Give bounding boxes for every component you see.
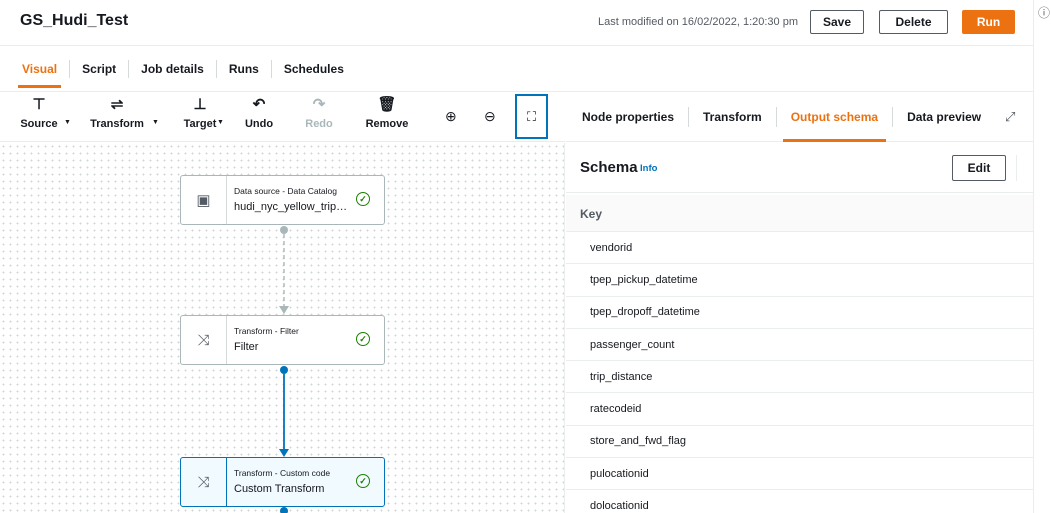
redo-icon: ↷ [312, 96, 326, 113]
trash-icon: 🗑︎ [377, 96, 397, 113]
transform-button[interactable]: ⇌ Transform [82, 96, 152, 136]
tab-visual[interactable]: Visual [10, 46, 69, 92]
tab-schedules[interactable]: Schedules [272, 46, 356, 92]
redo-button[interactable]: ↷ Redo [284, 96, 354, 136]
expand-icon[interactable]: ⤢ [1005, 109, 1015, 125]
tab-node-properties[interactable]: Node properties [568, 92, 688, 142]
edge-connector [280, 366, 288, 374]
fit-to-screen-icon[interactable]: ⛶ [515, 94, 548, 139]
node-type: Transform - Custom code [234, 468, 331, 478]
job-header: GS_Hudi_Test Last modified on 16/02/2022… [0, 0, 1033, 46]
node-type: Data source - Data Catalog [234, 186, 337, 196]
success-check-icon: ✓ [356, 192, 370, 206]
chevron-down-icon: ▼ [64, 119, 71, 126]
data-catalog-icon: ▣ [181, 176, 227, 224]
edge-connector [280, 507, 288, 513]
schema-row: passenger_count [566, 329, 1033, 362]
source-button[interactable]: ⊤ Source [4, 96, 74, 136]
key-column-header: Key [566, 195, 1033, 232]
zoom-out-icon[interactable]: ⊖ [484, 108, 496, 125]
tab-script[interactable]: Script [70, 46, 128, 92]
job-tabs: Visual Script Job details Runs Schedules [0, 46, 1033, 92]
schema-row: dolocationid [566, 490, 1033, 513]
tab-runs[interactable]: Runs [217, 46, 271, 92]
source-icon: ⊤ [32, 96, 46, 113]
visual-canvas[interactable]: ▣ Data source - Data Catalog hudi_nyc_ye… [0, 143, 565, 513]
run-button[interactable]: Run [962, 10, 1015, 34]
schema-title: Schema [580, 159, 638, 176]
side-panel-strip [1033, 0, 1051, 513]
info-link[interactable]: Info [640, 163, 657, 174]
arrow-head [279, 449, 289, 457]
custom-code-icon: ⤨ [181, 458, 227, 506]
node-custom-transform[interactable]: ⤨ Transform - Custom code Custom Transfo… [180, 457, 385, 507]
schema-row: tpep_dropoff_datetime [566, 297, 1033, 329]
node-data-source[interactable]: ▣ Data source - Data Catalog hudi_nyc_ye… [180, 175, 385, 225]
schema-row: tpep_pickup_datetime [566, 264, 1033, 297]
success-check-icon: ✓ [356, 474, 370, 488]
schema-row: ratecodeid [566, 393, 1033, 426]
transform-icon: ⇌ [110, 96, 124, 113]
chevron-down-icon: ▼ [152, 119, 159, 126]
schema-row: trip_distance [566, 361, 1033, 394]
node-filter[interactable]: ⤨ Transform - Filter Filter ✓ [180, 315, 385, 365]
remove-button[interactable]: 🗑︎ Remove [352, 96, 422, 136]
edge-connector [280, 226, 288, 234]
node-name: Filter [234, 341, 259, 353]
info-circle-icon[interactable]: ⓘ [1038, 4, 1050, 21]
arrow-head [279, 306, 289, 314]
node-type: Transform - Filter [234, 326, 299, 336]
last-modified-text: Last modified on 16/02/2022, 1:20:30 pm [598, 16, 798, 28]
target-icon: ⊥ [193, 96, 207, 113]
undo-icon: ↶ [252, 96, 266, 113]
edit-schema-button[interactable]: Edit [952, 155, 1006, 181]
node-name: hudi_nyc_yellow_trip… [234, 201, 348, 213]
delete-button[interactable]: Delete [879, 10, 948, 34]
node-name: Custom Transform [234, 483, 325, 495]
shuffle-icon: ⤨ [181, 316, 227, 364]
divider [1016, 155, 1017, 181]
tab-data-preview[interactable]: Data preview [893, 92, 995, 142]
tab-job-details[interactable]: Job details [129, 46, 216, 92]
key-header-label: Key [580, 207, 603, 221]
save-button[interactable]: Save [810, 10, 864, 34]
tab-output-schema[interactable]: Output schema [777, 92, 892, 142]
job-title: GS_Hudi_Test [20, 12, 129, 29]
tab-transform[interactable]: Transform [689, 92, 776, 142]
schema-row: store_and_fwd_flag [566, 426, 1033, 459]
canvas-toolbar: ⊤ Source ▼ ⇌ Transform ▼ ⊥ Target ▼ ↶ Un… [0, 92, 565, 142]
node-panel-tabs: Node properties Transform Output schema … [566, 92, 1033, 142]
schema-key-list: vendorid tpep_pickup_datetime tpep_dropo… [566, 232, 1033, 513]
zoom-in-icon[interactable]: ⊕ [445, 108, 457, 125]
schema-row: pulocationid [566, 458, 1033, 491]
chevron-down-icon: ▼ [217, 119, 224, 126]
schema-header: Schema Info Edit [566, 143, 1033, 193]
schema-row: vendorid [566, 232, 1033, 265]
success-check-icon: ✓ [356, 332, 370, 346]
